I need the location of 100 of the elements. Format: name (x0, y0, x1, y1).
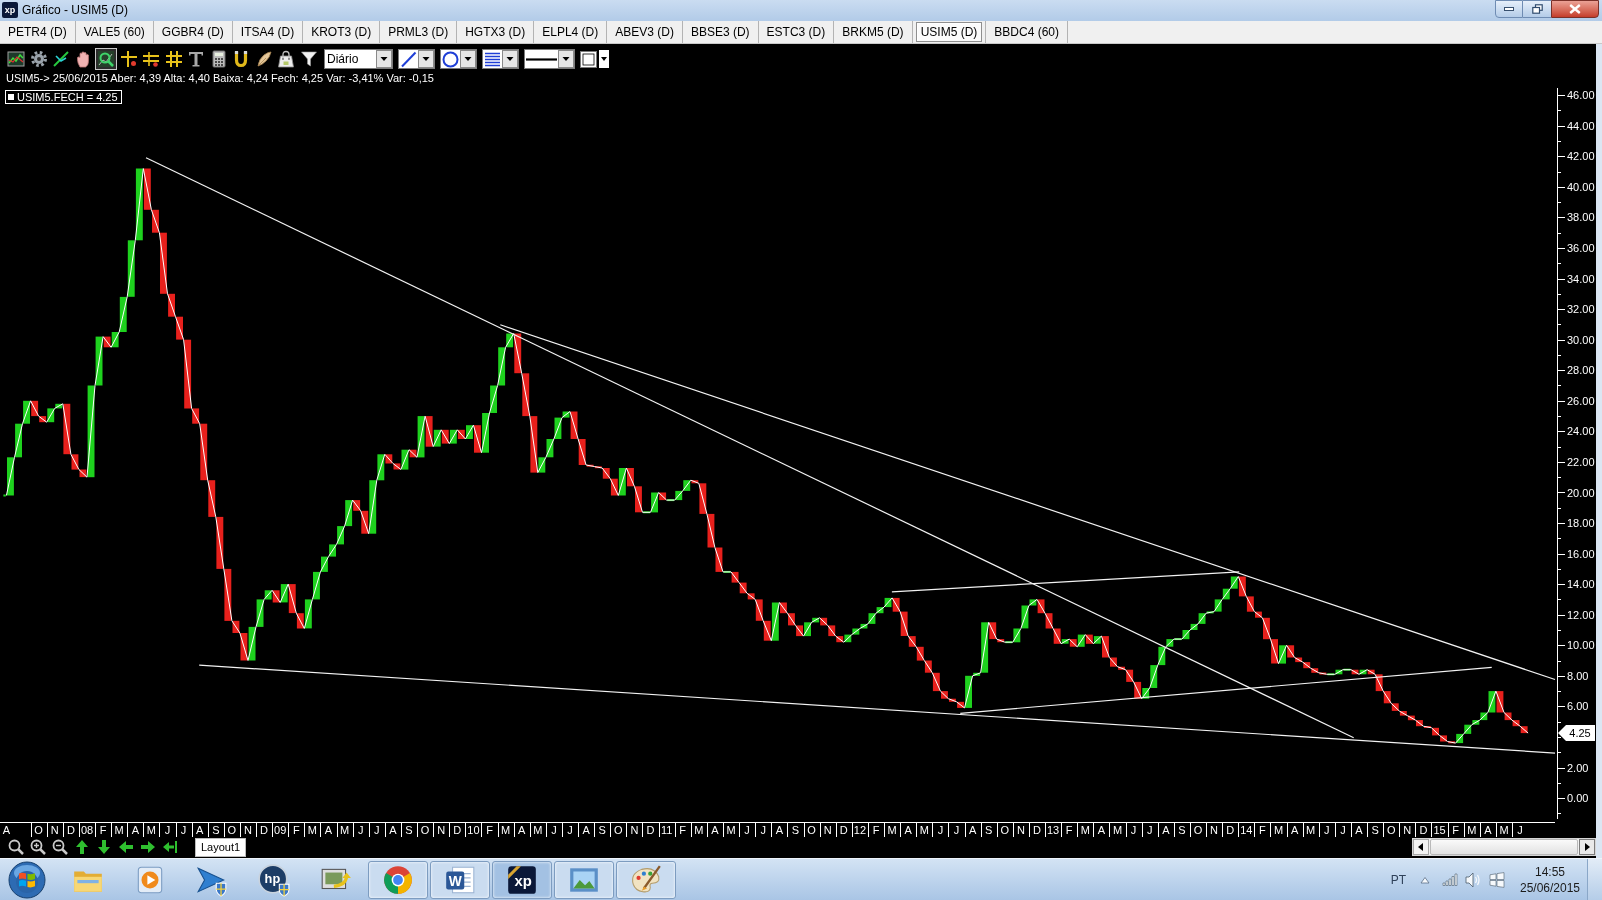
line-tool-dropdown[interactable] (398, 49, 435, 69)
taskbar-button[interactable]: W (430, 860, 490, 899)
language-indicator[interactable]: PT (1390, 872, 1406, 887)
chart-tab[interactable]: VALE5 (60) (78, 22, 150, 42)
x-axis-label: D (66, 824, 75, 836)
x-axis-label: S (985, 824, 993, 836)
x-axis-label: J (180, 824, 187, 836)
taskbar-button[interactable] (554, 860, 614, 899)
caret-left-icon[interactable] (1413, 839, 1429, 855)
zoom-out-icon[interactable] (52, 839, 68, 855)
right-arrow-icon[interactable] (140, 839, 156, 855)
chart-tab[interactable]: BRKM5 (D) (837, 22, 909, 42)
y-axis-label: 22.00 (1567, 455, 1595, 468)
period-dropdown[interactable]: Diário (324, 49, 393, 69)
y-axis-label: 30.00 (1567, 333, 1595, 346)
clock-date[interactable]: 25/06/2015 (1519, 879, 1581, 896)
x-axis-label: A (1162, 824, 1170, 836)
clock-time[interactable]: 14:55 (1535, 863, 1565, 880)
taskbar-button[interactable]: hp (244, 860, 304, 899)
x-axis-label: N (630, 824, 639, 836)
x-axis-label: 15 (1433, 824, 1446, 836)
chart-tab[interactable]: BBSE3 (D) (685, 22, 755, 42)
price-tag-value: 4.25 (1569, 727, 1591, 740)
tool-button[interactable] (95, 48, 117, 70)
chart-tab[interactable]: GGBR4 (D) (156, 22, 229, 42)
chart-tab[interactable]: USIM5 (D) (915, 22, 983, 42)
y-axis-label: 2.00 (1567, 761, 1589, 774)
chart-tab[interactable]: BBDC4 (60) (989, 22, 1064, 42)
close-icon (1569, 4, 1581, 14)
x-axis-label: O (1000, 824, 1010, 836)
restore-button[interactable] (1523, 0, 1551, 18)
x-axis-label: N (1403, 824, 1412, 836)
x-axis-label: 10 (467, 824, 480, 836)
x-axis-label: A (711, 824, 719, 836)
x-axis-label: O (227, 824, 237, 836)
x-axis-label: O (614, 824, 623, 836)
x-axis-label: N (1210, 824, 1219, 836)
layout-tab[interactable]: Layout1 (195, 837, 247, 857)
down-arrow-icon[interactable] (96, 839, 112, 855)
x-axis-label: J (1324, 824, 1330, 836)
tool-button[interactable] (5, 48, 27, 70)
minimize-button[interactable] (1495, 0, 1523, 18)
x-axis-label: M (726, 824, 736, 836)
caret-right-icon[interactable] (1579, 839, 1595, 855)
taskbar-button[interactable] (616, 860, 676, 899)
taskbar-button[interactable] (368, 860, 428, 899)
tool-button[interactable] (275, 48, 297, 70)
close-button[interactable] (1551, 0, 1599, 18)
caret-up-icon[interactable] (1420, 875, 1430, 884)
x-axis-label: A (582, 824, 590, 836)
chart-tab[interactable]: ELPL4 (D) (537, 22, 604, 42)
up-arrow-icon[interactable] (74, 839, 90, 855)
y-axis-label: 6.00 (1567, 700, 1589, 713)
chart-tab[interactable]: PETR4 (D) (3, 22, 72, 42)
x-axis-label: N (50, 824, 59, 836)
app-logo-text: W (448, 872, 462, 889)
x-axis-label: O (34, 824, 43, 836)
x-axis-label: D (1226, 824, 1235, 836)
chart-tab[interactable]: ABEV3 (D) (610, 22, 679, 42)
zoom-in-icon[interactable] (30, 839, 46, 855)
taskbar-button[interactable]: xp (492, 860, 552, 899)
y-axis-label: 24.00 (1567, 425, 1595, 438)
x-axis-label: M (1467, 824, 1477, 836)
left-arrow-icon[interactable] (118, 839, 134, 855)
x-axis-label: A (775, 824, 784, 836)
line-pattern-dropdown[interactable] (482, 49, 519, 69)
x-axis-label: A (904, 824, 912, 836)
x-axis-label: J (760, 824, 766, 836)
x-axis-label: M (887, 824, 897, 836)
shape-tool-dropdown[interactable] (440, 49, 477, 69)
search-icon[interactable] (8, 839, 24, 855)
y-axis-label: 14.00 (1567, 578, 1595, 591)
speaker-icon[interactable] (1465, 871, 1481, 888)
chart-tab[interactable]: HGTX3 (D) (460, 22, 531, 42)
chart-tab[interactable]: ESTC3 (D) (761, 22, 831, 42)
chart-tab[interactable]: KROT3 (D) (306, 22, 377, 42)
arrow-to-bar-icon[interactable] (162, 839, 178, 855)
y-axis-label: 42.00 (1567, 150, 1595, 163)
app-logo-text: xp (514, 872, 532, 889)
scrollbar-thumb[interactable] (1430, 839, 1578, 855)
y-axis-label: 28.00 (1567, 364, 1595, 377)
x-axis-label: M (919, 824, 929, 836)
circle-icon (442, 50, 459, 68)
x-axis-label: J (567, 824, 573, 836)
x-axis-label: A (1484, 824, 1492, 836)
y-axis-label: 10.00 (1567, 639, 1595, 652)
legend-label: USIM5.FECH = 4.25 (17, 91, 118, 103)
x-axis-label: N (1016, 824, 1025, 836)
horizontal-scrollbar[interactable] (1412, 838, 1596, 856)
four-panes-icon[interactable] (1489, 871, 1505, 888)
x-axis-label: M (340, 824, 350, 836)
line-width-dropdown[interactable] (524, 49, 575, 69)
y-axis-label: 36.00 (1567, 242, 1595, 254)
y-axis-label: 8.00 (1567, 669, 1589, 682)
chart-tab[interactable]: ITSA4 (D) (235, 22, 300, 42)
x-axis-label: F (292, 824, 300, 836)
color-dropdown[interactable] (580, 49, 609, 69)
chart-tab[interactable]: PRML3 (D) (383, 22, 454, 42)
x-axis-label: O (1193, 824, 1203, 836)
x-axis-label: A (389, 824, 397, 836)
